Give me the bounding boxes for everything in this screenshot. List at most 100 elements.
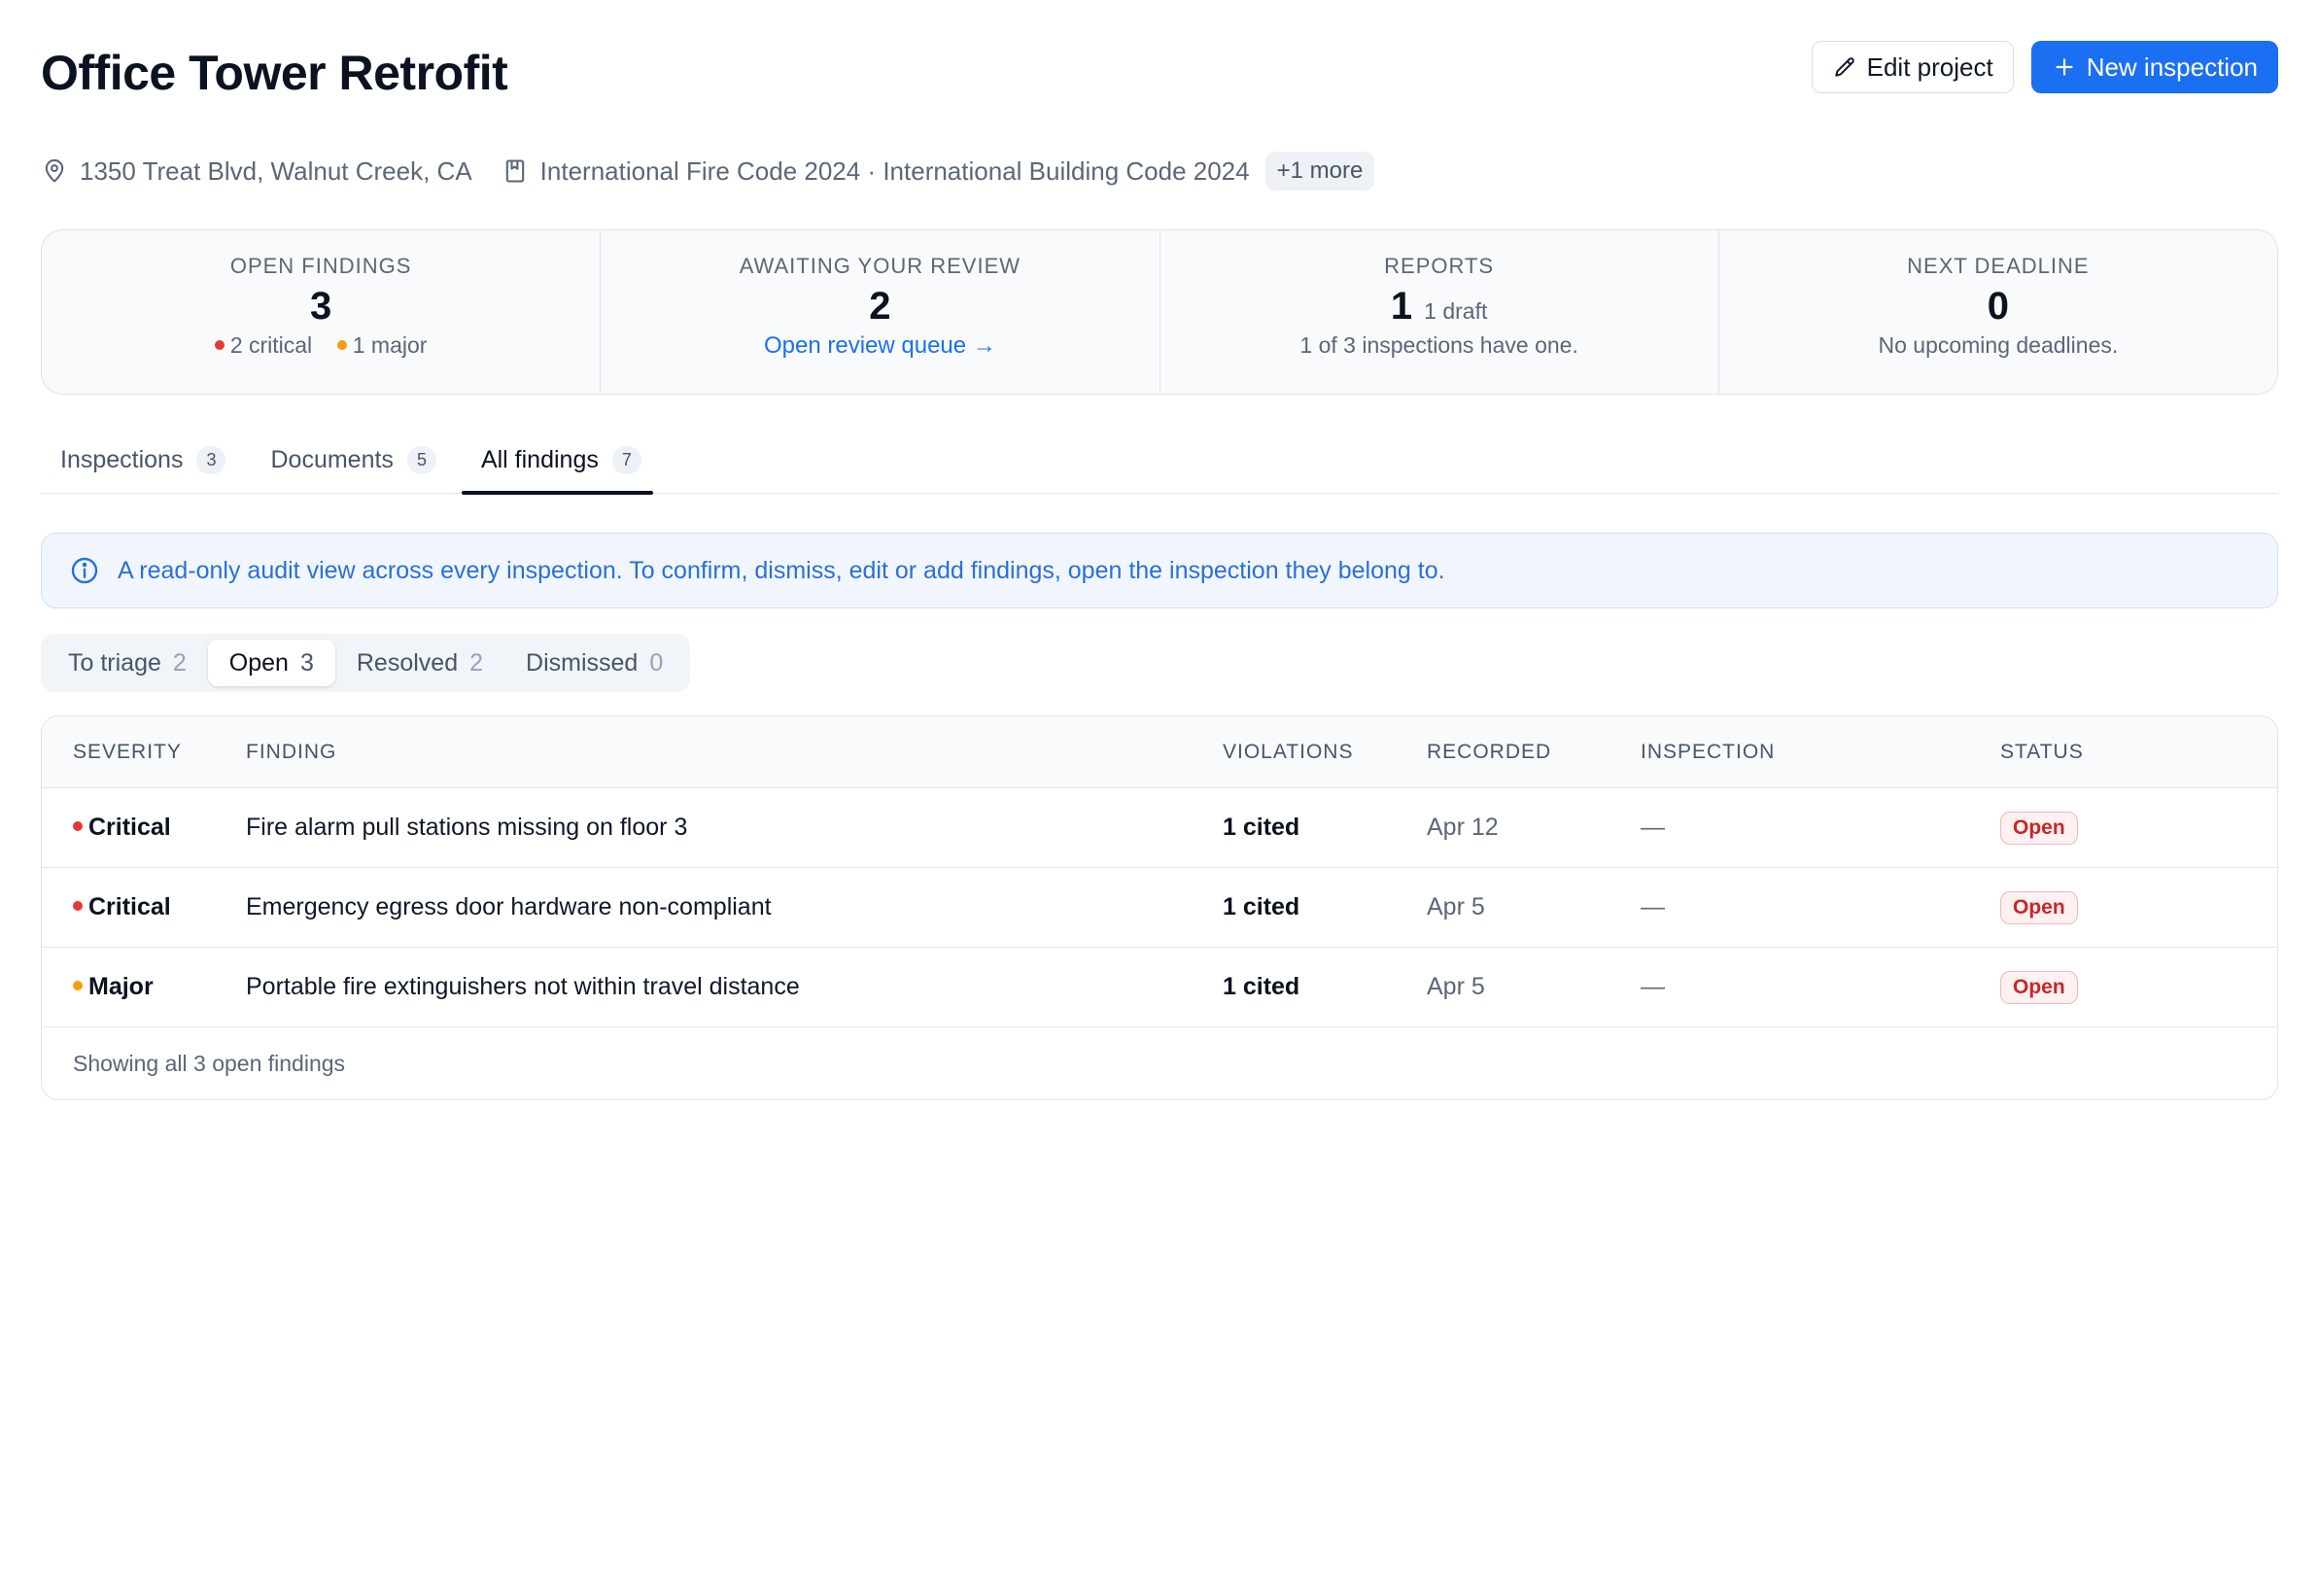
table-header: SEVERITY FINDING VIOLATIONS RECORDED INS…	[42, 716, 2277, 788]
tab-all-findings[interactable]: All findings 7	[461, 433, 653, 495]
table-row[interactable]: Critical Fire alarm pull stations missin…	[42, 788, 2277, 868]
edit-project-button[interactable]: Edit project	[1811, 41, 2014, 93]
severity-label: Major	[88, 973, 154, 1000]
findings-table: SEVERITY FINDING VIOLATIONS RECORDED INS…	[41, 715, 2278, 1100]
stat-value-wrap: 1 1 draft	[1160, 285, 1718, 329]
col-inspection[interactable]: INSPECTION	[1641, 741, 2000, 764]
filter-label: Open	[228, 648, 289, 677]
stat-value: 3	[310, 285, 332, 328]
stat-value: 0	[1987, 285, 2009, 328]
pencil-icon	[1834, 57, 1854, 77]
filter-count: 2	[172, 648, 187, 677]
severity-label: Critical	[88, 814, 171, 841]
stat-label: OPEN FINDINGS	[229, 254, 412, 278]
severity-cell: Critical	[42, 814, 246, 842]
table-row[interactable]: Critical Emergency egress door hardware …	[42, 868, 2277, 948]
info-banner-text: A read-only audit view across every insp…	[118, 556, 1445, 584]
tab-count: 3	[196, 445, 226, 474]
plus-icon	[2056, 58, 2073, 76]
tab-label: Inspections	[60, 445, 184, 473]
project-codes: International Fire Code 2024 · Internati…	[539, 156, 1250, 186]
page-header: Office Tower Retrofit 1350 Treat Blvd, W…	[41, 39, 2278, 194]
location-pin-icon	[41, 157, 68, 185]
status-cell: Open	[2000, 970, 2277, 1004]
table-row[interactable]: Major Portable fire extinguishers not wi…	[42, 948, 2277, 1027]
col-status[interactable]: STATUS	[2000, 741, 2277, 764]
critical-dot-icon	[73, 821, 83, 832]
table-footer: Showing all 3 open findings	[73, 1050, 346, 1076]
recorded-cell: Apr 5	[1427, 893, 1485, 920]
filter-open[interactable]: Open 3	[207, 640, 335, 686]
inspection-cell: —	[1641, 973, 1665, 1000]
finding-cell: Emergency egress door hardware non-compl…	[246, 893, 772, 920]
info-banner: A read-only audit view across every insp…	[41, 533, 2278, 608]
recorded-cell: Apr 5	[1427, 973, 1485, 1000]
stat-label: REPORTS	[1384, 254, 1495, 278]
tab-inspections[interactable]: Inspections 3	[41, 433, 237, 493]
stat-value: 2	[869, 285, 891, 328]
filter-dismissed[interactable]: Dismissed 0	[504, 640, 684, 686]
stats-panel: OPEN FINDINGS 3 2 critical 1 major AWAIT…	[41, 229, 2278, 395]
critical-dot-icon	[214, 339, 225, 350]
violations-cell: 1 cited	[1223, 973, 1300, 1000]
project-tabs: Inspections 3 Documents 5 All findings 7	[41, 432, 2278, 495]
status-badge: Open	[2000, 970, 2078, 1004]
col-severity[interactable]: SEVERITY	[42, 741, 246, 764]
code-book-icon	[502, 157, 529, 185]
major-dot-icon	[73, 981, 83, 991]
new-inspection-button[interactable]: New inspection	[2030, 41, 2278, 93]
project-address: 1350 Treat Blvd, Walnut Creek, CA	[80, 156, 472, 186]
open-review-queue-link[interactable]: Open review queue →	[764, 332, 996, 359]
tab-label: Documents	[270, 445, 394, 473]
edit-project-label: Edit project	[1866, 52, 1993, 82]
critical-count: 2 critical	[229, 332, 313, 358]
col-violations[interactable]: VIOLATIONS	[1223, 741, 1427, 764]
violations-cell: 1 cited	[1223, 893, 1300, 920]
finding-cell: Fire alarm pull stations missing on floo…	[246, 814, 688, 841]
stat-awaiting-review: AWAITING YOUR REVIEW 2 Open review queue…	[601, 230, 1160, 394]
tab-label: All findings	[480, 445, 599, 473]
status-badge: Open	[2000, 811, 2078, 845]
stat-next-deadline: NEXT DEADLINE 0 No upcoming deadlines.	[1719, 230, 2277, 394]
stat-description: No upcoming deadlines.	[1878, 332, 2119, 358]
severity-label: Critical	[88, 893, 171, 920]
severity-cell: Major	[42, 973, 246, 1001]
stat-reports: REPORTS 1 1 draft 1 of 3 inspections have…	[1160, 230, 1719, 394]
tab-documents[interactable]: Documents 5	[251, 433, 447, 493]
filter-label: To triage	[68, 648, 161, 677]
col-recorded[interactable]: RECORDED	[1427, 741, 1641, 764]
tab-count: 5	[406, 445, 436, 474]
violations-cell: 1 cited	[1223, 814, 1300, 841]
recorded-cell: Apr 12	[1427, 814, 1499, 841]
stat-description: 1 of 3 inspections have one.	[1299, 332, 1578, 358]
inspection-cell: —	[1641, 893, 1665, 920]
header-actions: Edit project New inspection	[1811, 41, 2278, 93]
col-finding[interactable]: FINDING	[246, 741, 1223, 764]
major-dot-icon	[336, 339, 347, 350]
inspection-cell: —	[1641, 814, 1665, 841]
stat-label: NEXT DEADLINE	[1907, 254, 2090, 278]
status-cell: Open	[2000, 811, 2277, 845]
status-cell: Open	[2000, 890, 2277, 924]
stat-value: 1	[1390, 285, 1413, 328]
status-badge: Open	[2000, 890, 2078, 924]
new-inspection-label: New inspection	[2086, 52, 2258, 82]
critical-dot-icon	[73, 901, 83, 912]
filter-resolved[interactable]: Resolved 2	[335, 640, 504, 686]
filter-to-triage[interactable]: To triage 2	[47, 640, 208, 686]
info-icon	[71, 557, 98, 584]
project-meta: 1350 Treat Blvd, Walnut Creek, CA Intern…	[41, 152, 1375, 191]
severity-cell: Critical	[42, 893, 246, 921]
stat-label: AWAITING YOUR REVIEW	[739, 254, 1021, 278]
filter-label: Resolved	[356, 648, 459, 677]
status-filter: To triage 2 Open 3 Resolved 2 Dismissed 0	[41, 634, 691, 692]
stat-breakdown: 2 critical 1 major	[42, 332, 600, 359]
finding-cell: Portable fire extinguishers not within t…	[246, 973, 800, 1000]
stat-open-findings: OPEN FINDINGS 3 2 critical 1 major	[42, 230, 602, 394]
filter-count: 2	[469, 648, 484, 677]
draft-count: 1 draft	[1424, 298, 1488, 324]
filter-label: Dismissed	[526, 648, 639, 677]
codes-more-badge[interactable]: +1 more	[1264, 152, 1375, 191]
project-page: Office Tower Retrofit 1350 Treat Blvd, W…	[0, 0, 2319, 1596]
page-title: Office Tower Retrofit	[41, 46, 508, 100]
